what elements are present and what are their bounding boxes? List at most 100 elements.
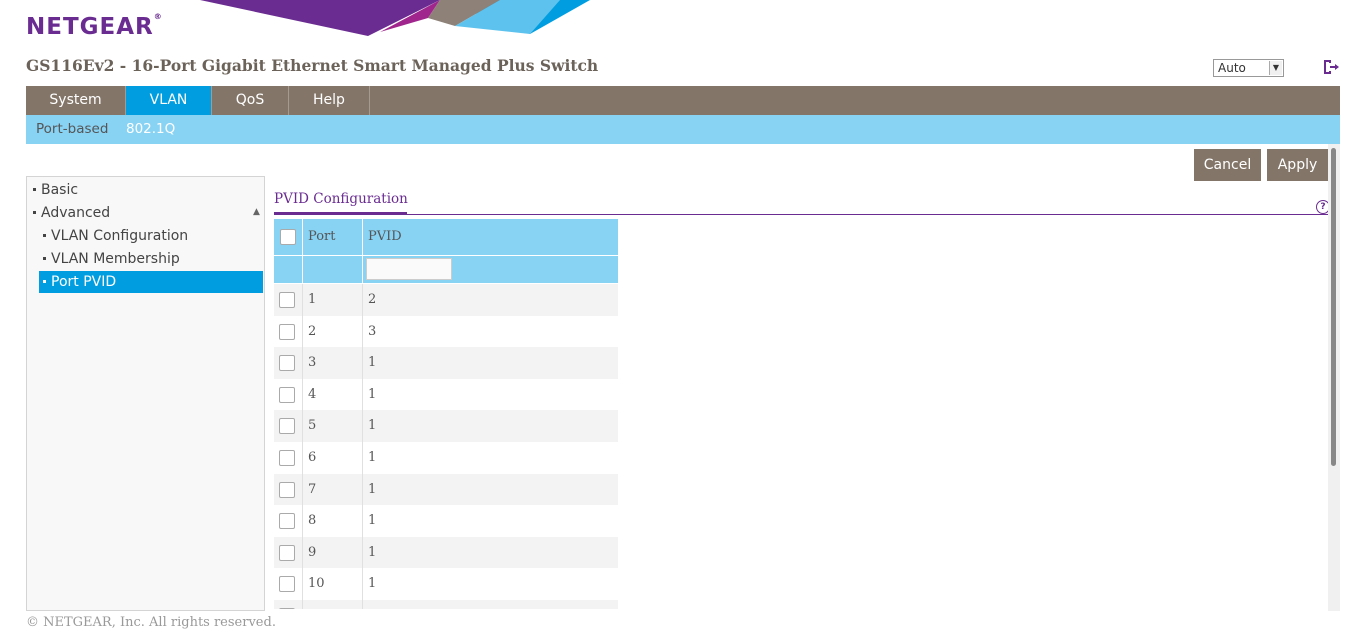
table-row[interactable]: 111 xyxy=(274,600,618,609)
cell-port: 1 xyxy=(308,292,317,307)
sidebar-item-label: Basic xyxy=(41,182,79,198)
sub-nav: Port-based 802.1Q xyxy=(26,115,1340,144)
device-title: GS116Ev2 - 16-Port Gigabit Ethernet Smar… xyxy=(26,56,599,75)
refresh-select[interactable]: Auto ▼ xyxy=(1213,59,1284,77)
column-divider xyxy=(302,473,303,506)
sidebar-item-advanced[interactable]: Advanced xyxy=(33,202,258,224)
column-divider xyxy=(302,378,303,411)
refresh-select-value: Auto xyxy=(1218,61,1246,75)
column-divider xyxy=(362,347,363,379)
cell-port: 3 xyxy=(308,355,317,371)
pvid-table: Port PVID 122331415161718191101111 xyxy=(274,219,618,609)
apply-button[interactable]: Apply xyxy=(1267,149,1328,181)
column-divider xyxy=(362,505,363,537)
cell-port: 7 xyxy=(308,481,317,497)
pvid-filter-input[interactable] xyxy=(366,258,452,280)
column-divider xyxy=(302,256,303,283)
section-title: PVID Configuration xyxy=(274,191,408,207)
table-row[interactable]: 31 xyxy=(274,347,618,379)
cell-pvid: 1 xyxy=(368,450,377,465)
cancel-button[interactable]: Cancel xyxy=(1194,149,1261,181)
tab-qos[interactable]: QoS xyxy=(212,86,289,115)
tab-system[interactable]: System xyxy=(26,86,126,115)
sidebar-item-port-pvid[interactable]: Port PVID xyxy=(39,271,263,293)
tab-vlan[interactable]: VLAN xyxy=(126,86,212,115)
scrollbar-thumb[interactable] xyxy=(1331,148,1336,466)
table-row[interactable]: 71 xyxy=(274,473,618,506)
column-divider xyxy=(362,378,363,411)
column-divider xyxy=(362,284,363,316)
row-checkbox[interactable] xyxy=(279,513,295,530)
cell-pvid: 3 xyxy=(368,323,377,339)
table-row[interactable]: 23 xyxy=(274,315,618,348)
column-divider xyxy=(302,284,303,316)
table-row[interactable]: 91 xyxy=(274,536,618,569)
netgear-logo: NETGEAR® xyxy=(26,12,163,40)
sidebar-item-vlan-configuration[interactable]: VLAN Configuration xyxy=(43,225,258,247)
cell-port: 5 xyxy=(308,418,317,434)
table-row[interactable]: 10 1 xyxy=(274,568,618,600)
cell-pvid: 1 xyxy=(368,513,377,529)
table-row[interactable]: 41 xyxy=(274,378,618,411)
header-banner-graphic xyxy=(200,0,660,36)
column-divider xyxy=(302,568,303,600)
cell-pvid: 1 xyxy=(368,544,377,560)
column-divider xyxy=(362,219,363,255)
bullet-icon xyxy=(33,210,36,214)
cell-port: 6 xyxy=(308,450,317,465)
column-divider xyxy=(362,473,363,506)
column-divider xyxy=(362,442,363,474)
sidebar-item-label: Advanced xyxy=(41,205,111,221)
subtab-802-1q[interactable]: 802.1Q xyxy=(126,115,175,144)
row-checkbox[interactable] xyxy=(279,418,295,435)
column-divider xyxy=(302,315,303,348)
cell-pvid: 1 xyxy=(368,355,377,371)
row-checkbox[interactable] xyxy=(279,355,295,372)
bullet-icon xyxy=(43,233,46,237)
column-divider xyxy=(302,219,303,255)
table-header: Port PVID xyxy=(274,219,618,255)
row-checkbox[interactable] xyxy=(279,292,295,308)
row-checkbox[interactable] xyxy=(279,576,295,593)
chevron-up-icon[interactable]: ▲ xyxy=(253,207,260,217)
sidebar-item-label: VLAN Membership xyxy=(51,251,180,267)
column-divider xyxy=(362,315,363,348)
cell-port: 2 xyxy=(308,323,317,339)
column-divider xyxy=(362,536,363,569)
select-all-checkbox[interactable] xyxy=(280,229,296,245)
subtab-port-based[interactable]: Port-based xyxy=(36,115,108,144)
column-header-port: Port xyxy=(308,229,336,244)
footer-copyright: © NETGEAR, Inc. All rights reserved. xyxy=(26,615,276,630)
table-row[interactable]: 51 xyxy=(274,410,618,442)
row-checkbox[interactable] xyxy=(279,450,295,466)
table-row[interactable]: 61 xyxy=(274,442,618,474)
cell-pvid: 1 xyxy=(368,418,377,434)
logout-icon[interactable] xyxy=(1322,58,1340,76)
cell-pvid: 1 xyxy=(368,481,377,497)
row-checkbox[interactable] xyxy=(279,386,295,403)
row-checkbox[interactable] xyxy=(279,608,295,609)
row-checkbox[interactable] xyxy=(279,544,295,561)
row-checkbox[interactable] xyxy=(279,323,295,340)
column-divider xyxy=(362,568,363,600)
table-row[interactable]: 81 xyxy=(274,505,618,537)
column-divider xyxy=(302,536,303,569)
sidebar-item-label: VLAN Configuration xyxy=(51,228,189,244)
sidebar-item-vlan-membership[interactable]: VLAN Membership xyxy=(43,248,258,270)
sidebar: Basic Advanced ▲ VLAN Configuration VLAN… xyxy=(26,176,265,611)
column-divider xyxy=(302,442,303,474)
sidebar-item-label: Port PVID xyxy=(51,274,117,290)
table-row[interactable]: 12 xyxy=(274,284,618,316)
page-scrollbar[interactable] xyxy=(1328,144,1340,611)
section-divider xyxy=(274,214,1328,215)
cell-port: 8 xyxy=(308,513,317,529)
cell-pvid: 2 xyxy=(368,292,377,307)
cell-port: 10 xyxy=(308,576,325,592)
sidebar-item-basic[interactable]: Basic xyxy=(33,179,258,201)
tab-help[interactable]: Help xyxy=(289,86,370,115)
bullet-icon xyxy=(33,187,36,191)
dropdown-arrow-icon: ▼ xyxy=(1269,61,1282,75)
cell-port: 11 xyxy=(308,608,325,609)
row-checkbox[interactable] xyxy=(279,481,295,498)
column-header-pvid: PVID xyxy=(368,229,402,244)
